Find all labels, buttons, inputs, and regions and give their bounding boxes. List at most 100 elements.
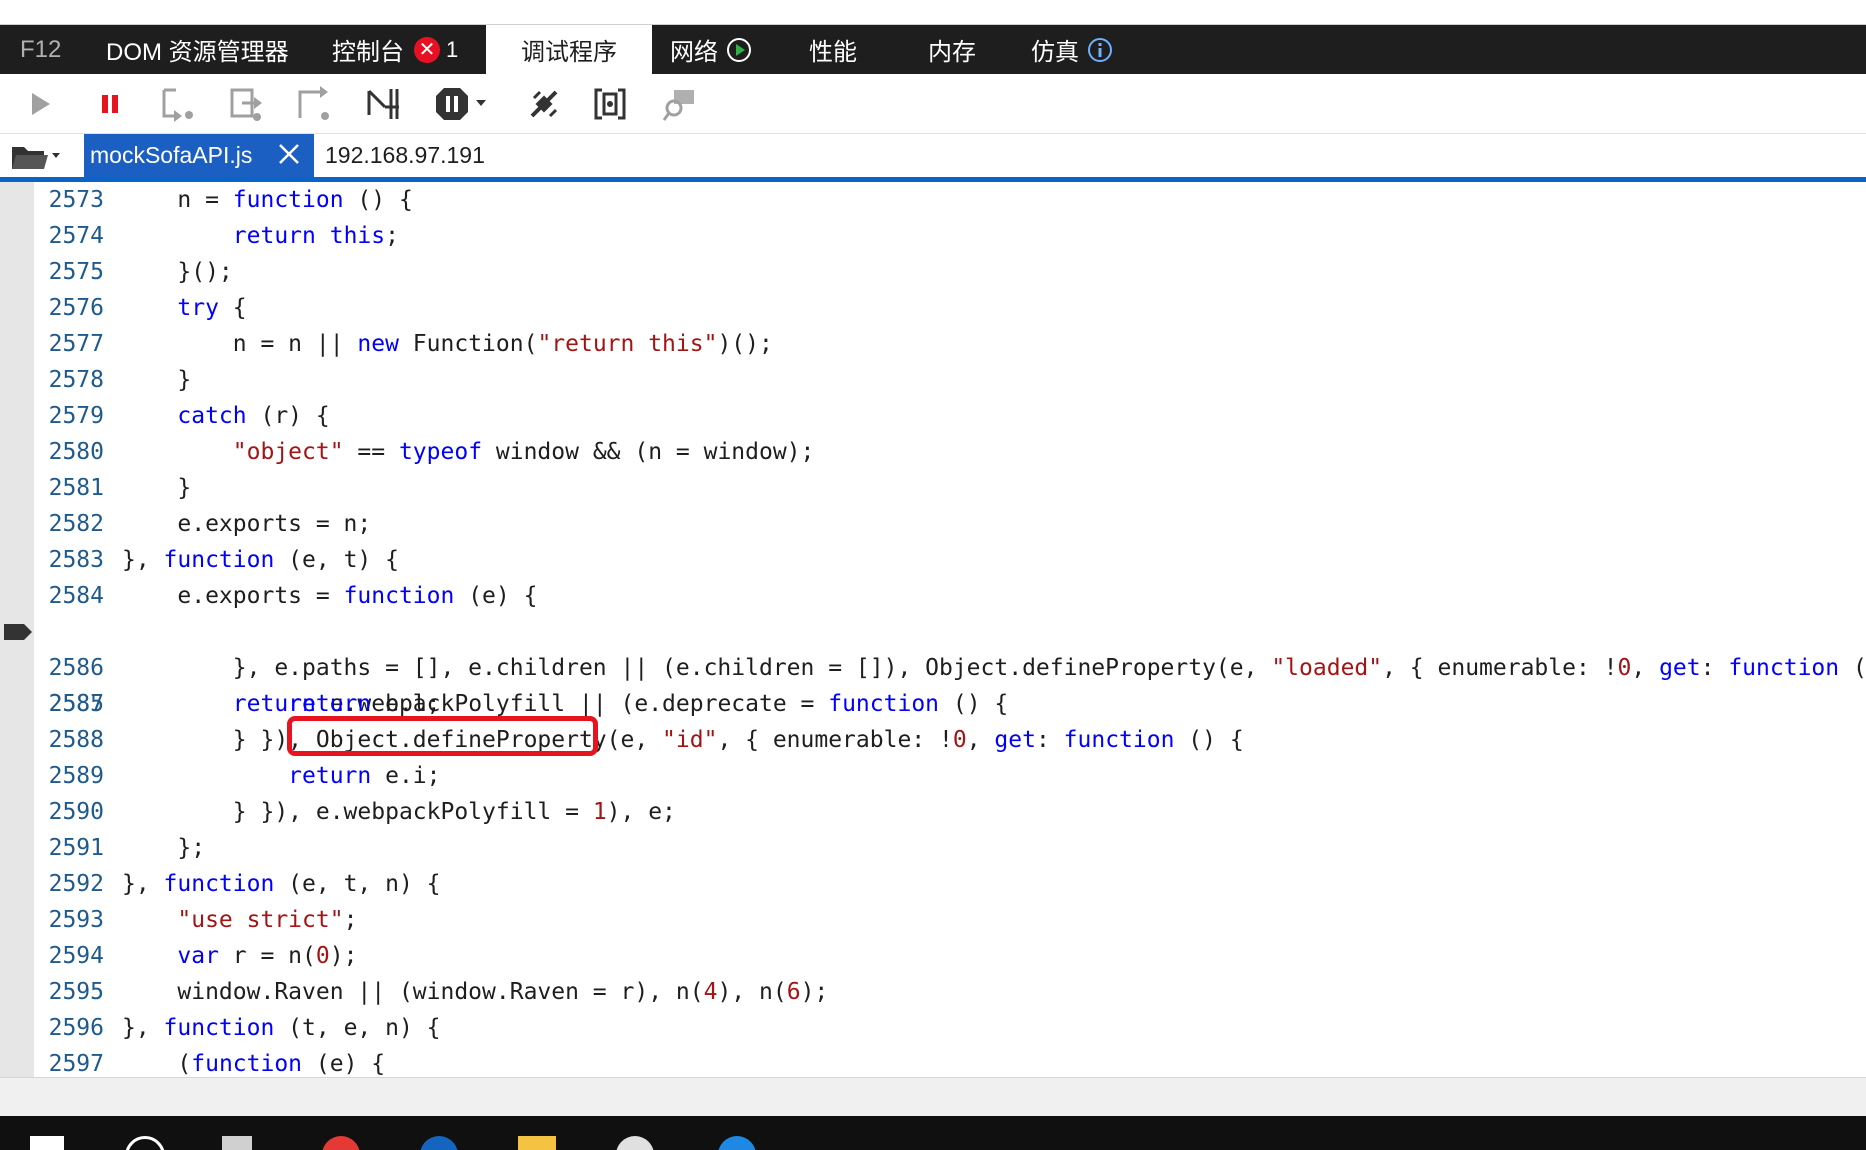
close-icon[interactable] (278, 143, 300, 165)
chrome-icon[interactable] (322, 1136, 360, 1150)
line-number: 2576 (48, 295, 104, 321)
line-number: 2595 (48, 979, 104, 1005)
window-top-strip (0, 0, 1866, 25)
line-number: 2574 (48, 223, 104, 249)
line-number: 2579 (48, 403, 104, 429)
code-line: 2592}, function (e, t, n) { (0, 866, 1866, 902)
code-line: 2587 return e.l; (0, 686, 1866, 722)
line-number: 2578 (48, 367, 104, 393)
line-number: 2588 (48, 727, 104, 753)
code-line: 2577 n = n || new Function("return this"… (0, 326, 1866, 362)
line-number: 2580 (48, 439, 104, 465)
line-number: 2597 (48, 1051, 104, 1077)
tab-label: 仿真 (1031, 39, 1079, 66)
step-into-icon[interactable] (158, 84, 198, 124)
pretty-print-icon[interactable] (590, 84, 630, 124)
tab-label: 性能 (809, 39, 857, 66)
line-number: 2582 (48, 511, 104, 537)
code-line: 2573 n = function () { (0, 182, 1866, 218)
highlight-box (287, 716, 598, 756)
code-line: 2584 e.exports = function (e) { (0, 578, 1866, 614)
code-line: 2597 (function (e) { (0, 1046, 1866, 1077)
tab-performance[interactable]: 性能 (809, 25, 857, 74)
code-line: 2586 }, e.paths = [], e.children || (e.c… (0, 650, 1866, 686)
tab-label: 调试程序 (521, 39, 617, 66)
status-bar (0, 1077, 1866, 1116)
code-line: 2591 }; (0, 830, 1866, 866)
code-line: 2576 try { (0, 290, 1866, 326)
break-on-new-worker-icon[interactable] (364, 84, 404, 124)
line-number: 2589 (48, 763, 104, 789)
internet-explorer-icon[interactable] (718, 1136, 756, 1150)
code-line: 2579 catch (r) { (0, 398, 1866, 434)
code-lines: 2573 n = function () { 2574 return this;… (0, 182, 1866, 1077)
tab-label: 控制台 (332, 39, 404, 66)
exception-behavior-icon[interactable] (432, 84, 492, 124)
code-line: 2589 return e.i; (0, 758, 1866, 794)
file-tab-active[interactable]: mockSofaAPI.js (84, 134, 314, 177)
windows-taskbar (0, 1116, 1866, 1150)
line-number: 2596 (48, 1015, 104, 1041)
folder-dropdown[interactable] (10, 134, 72, 177)
code-editor[interactable]: 2573 n = function () { 2574 return this;… (0, 182, 1866, 1077)
code-line: 2575 }(); (0, 254, 1866, 290)
tab-label: F12 (20, 35, 62, 63)
tab-dom-explorer[interactable]: DOM 资源管理器 (106, 25, 289, 74)
tab-memory[interactable]: 内存 (928, 25, 976, 74)
line-number: 2593 (48, 907, 104, 933)
code-line: 2574 return this; (0, 218, 1866, 254)
line-number: 2577 (48, 331, 104, 357)
folder-icon (12, 146, 60, 169)
info-icon (1087, 37, 1113, 63)
app-icon[interactable] (616, 1136, 654, 1150)
code-line: 2588 } }), Object.defineProperty(e, "id"… (0, 722, 1866, 758)
edge-icon[interactable] (420, 1136, 458, 1150)
tab-console[interactable]: 控制台 ✕ 1 (332, 25, 458, 74)
current-statement-arrow-icon (4, 624, 32, 640)
line-number: 2584 (48, 583, 104, 609)
tab-emulation[interactable]: 仿真 (1031, 25, 1113, 74)
code-line: 2578 } (0, 362, 1866, 398)
file-tab-bar: mockSofaAPI.js 192.168.97.191 (0, 134, 1866, 182)
code-line: 2582 e.exports = n; (0, 506, 1866, 542)
debugger-toolbar (0, 74, 1866, 134)
tab-f12[interactable]: F12 (20, 25, 61, 74)
tab-network[interactable]: 网络 (670, 25, 752, 74)
tab-label: 网络 (670, 39, 718, 66)
code-line: 2581 } (0, 470, 1866, 506)
code-line: 2583}, function (e, t) { (0, 542, 1866, 578)
file-host-label[interactable]: 192.168.97.191 (325, 134, 485, 177)
line-number: 2583 (48, 547, 104, 573)
break-icon[interactable] (90, 84, 130, 124)
code-line: 2595 window.Raven || (window.Raven = r),… (0, 974, 1866, 1010)
code-line: 2580 "object" == typeof window && (n = w… (0, 434, 1866, 470)
start-icon[interactable] (30, 1136, 64, 1150)
search-icon[interactable] (125, 1136, 165, 1150)
code-line: 2594 var r = n(0); (0, 938, 1866, 974)
code-line: 2596}, function (t, e, n) { (0, 1010, 1866, 1046)
line-number: 2594 (48, 943, 104, 969)
line-number: 2581 (48, 475, 104, 501)
line-number: 2573 (48, 187, 104, 213)
line-number: 2590 (48, 799, 104, 825)
tab-label: DOM 资源管理器 (106, 39, 289, 66)
code-line: 2590 } }), e.webpackPolyfill = 1), e; (0, 794, 1866, 830)
code-line: 2593 "use strict"; (0, 902, 1866, 938)
step-out-icon[interactable] (294, 84, 334, 124)
line-number: 2592 (48, 871, 104, 897)
step-over-icon[interactable] (226, 84, 266, 124)
task-view-icon[interactable] (222, 1136, 252, 1150)
file-explorer-icon[interactable] (518, 1136, 556, 1150)
tab-debugger[interactable]: 调试程序 (486, 25, 652, 74)
error-count: 1 (446, 36, 459, 62)
line-number: 2591 (48, 835, 104, 861)
disconnect-icon[interactable] (524, 84, 564, 124)
continue-icon[interactable] (20, 84, 60, 124)
line-number: 2586 (48, 655, 104, 681)
recording-play-icon (726, 37, 752, 63)
tab-label: 内存 (928, 39, 976, 66)
find-references-icon[interactable] (660, 84, 700, 124)
code-line-current: 2585 return e.webpackPolyfill || (e.depr… (0, 614, 1866, 717)
devtools-tab-bar: F12 DOM 资源管理器 控制台 ✕ 1 调试程序 网络 性能 内存 仿真 (0, 25, 1866, 74)
line-number: 2575 (48, 259, 104, 285)
